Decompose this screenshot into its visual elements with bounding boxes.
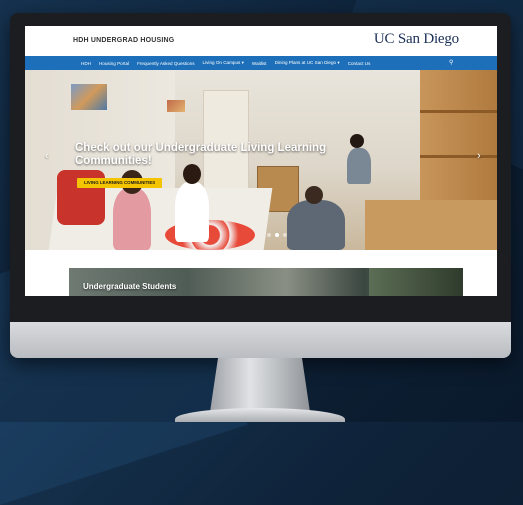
carousel-dot-active[interactable] (275, 233, 279, 237)
wall-poster (71, 84, 107, 110)
nav-item-faq[interactable]: Frequently Asked Questions (137, 61, 194, 66)
monitor-stand-neck (210, 358, 310, 412)
nav-item-hdh[interactable]: HDH (81, 61, 91, 66)
banner-trees (369, 268, 463, 296)
banner-title: Undergraduate Students (83, 282, 177, 291)
site-title[interactable]: HDH UNDERGRAD HOUSING (73, 37, 174, 44)
student-head (305, 186, 323, 204)
student-figure (175, 182, 209, 242)
hero-carousel: Check out our Undergraduate Living Learn… (25, 70, 497, 250)
nav-item-waitlist[interactable]: Waitlist (252, 61, 267, 66)
carousel-indicators (267, 233, 287, 237)
undergraduate-students-banner[interactable]: Undergraduate Students (69, 268, 463, 296)
browser-screen: HDH UNDERGRAD HOUSING UC San Diego HDH H… (25, 26, 497, 296)
monitor-chin (10, 322, 511, 358)
student-figure (113, 188, 151, 250)
nav-item-contact-us[interactable]: Contact Us (348, 61, 371, 66)
carousel-prev-arrow-icon[interactable]: ‹ (45, 150, 49, 162)
shelf-board (420, 110, 497, 113)
student-figure (287, 200, 345, 250)
search-icon[interactable]: ⚲ (449, 59, 457, 67)
monitor-stand-base (175, 408, 345, 422)
wall-poster (167, 100, 185, 112)
nav-item-dining-plans[interactable]: Dining Plans at UC San Diego ▾ (275, 60, 340, 66)
carousel-dot[interactable] (283, 233, 287, 237)
nav-item-living-on-campus[interactable]: Living On Campus ▾ (203, 60, 244, 66)
carousel-dot[interactable] (267, 233, 271, 237)
shelf-board (420, 155, 497, 158)
carousel-next-arrow-icon[interactable]: › (477, 150, 481, 162)
site-header: HDH UNDERGRAD HOUSING UC San Diego (25, 26, 497, 56)
hero-headline: Check out our Undergraduate Living Learn… (75, 142, 327, 167)
uc-san-diego-logo[interactable]: UC San Diego (374, 31, 459, 48)
living-learning-communities-button[interactable]: LIVING LEARNING COMMUNITIES (77, 178, 163, 188)
desk (365, 200, 497, 250)
main-navigation: HDH Housing Portal Frequently Asked Ques… (25, 56, 497, 70)
nav-item-housing-portal[interactable]: Housing Portal (99, 61, 129, 66)
